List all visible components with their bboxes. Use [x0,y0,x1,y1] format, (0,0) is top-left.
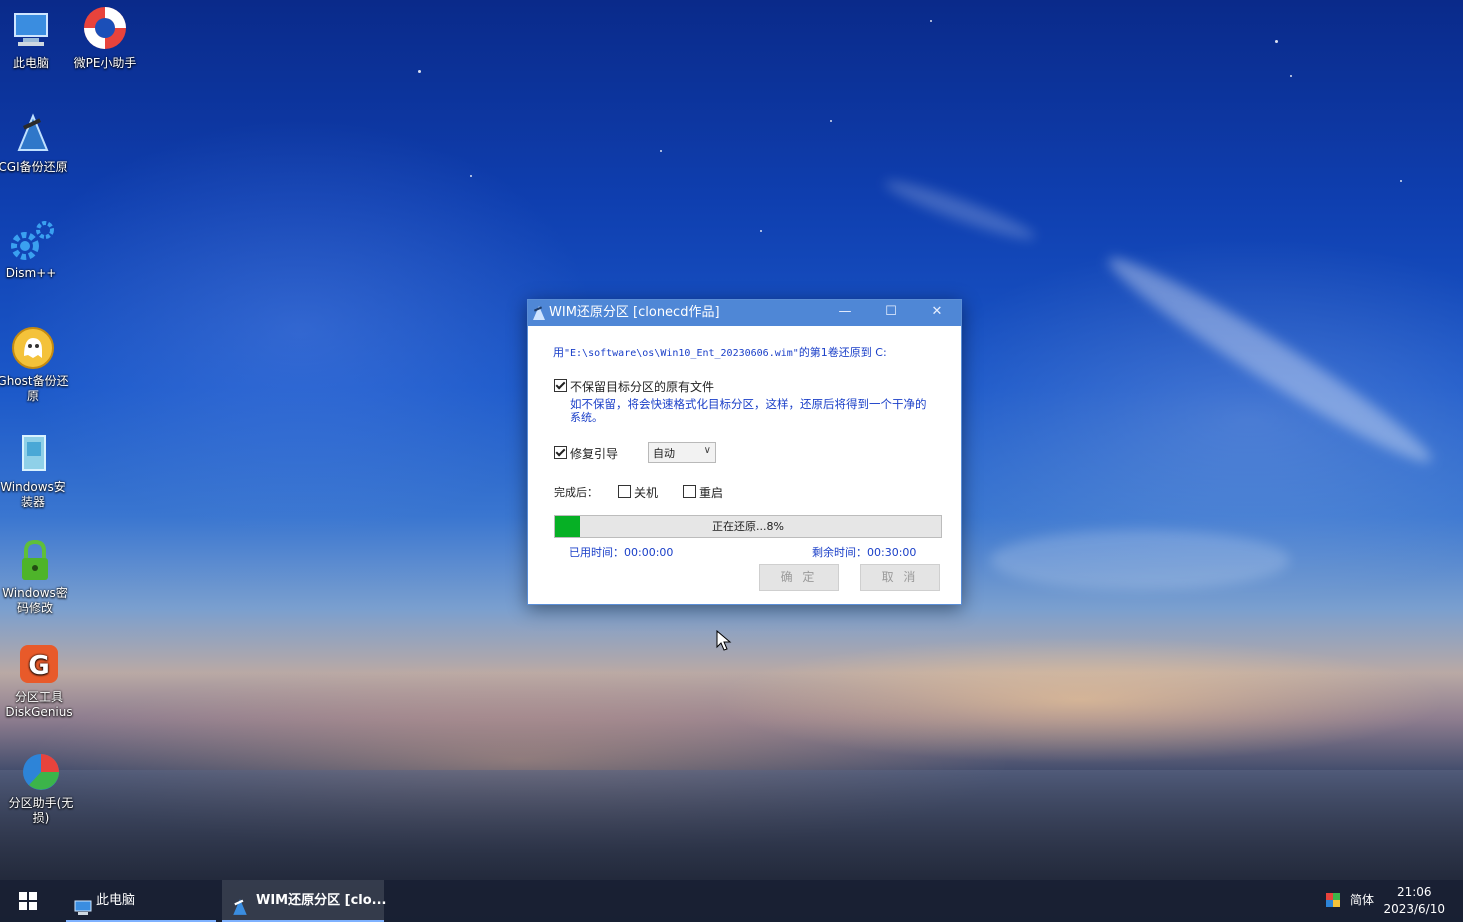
taskbar-item-label: WIM还原分区 [clo... [256,893,387,908]
taskbar-item-this-pc[interactable]: 此电脑 [66,880,216,922]
taskbar: 此电脑 WIM还原分区 [clo... 简体 21:06 2023/6/10 [0,880,1463,922]
star [760,230,762,232]
desktop-icon-label: 分区工具DiskGenius [5,690,73,719]
app-icon [532,305,546,321]
desktop-icon-windows-installer[interactable]: Windows安装器 [0,432,70,510]
desktop-icon-label: Ghost备份还原 [0,374,69,403]
desktop-icon-partition-assistant[interactable]: 分区助手(无损) [4,748,78,826]
star [660,150,662,152]
lock-icon [13,538,57,582]
dialog-title: WIM还原分区 [clonecd作品] [549,305,720,320]
desktop-icon-dism[interactable]: Dism++ [0,218,68,281]
no-keep-label[interactable]: 不保留目标分区的原有文件 [570,378,714,395]
lifebuoy-icon [81,4,129,52]
diskgenius-icon: G [17,642,61,686]
desktop-icon-ghost-backup[interactable]: Ghost备份还原 [0,326,70,404]
color-flag-icon [1326,892,1340,911]
cloud-streak [990,530,1290,590]
desktop-icon-windows-password[interactable]: Windows密码修改 [0,538,72,616]
boot-mode-value: 自动 [653,447,675,460]
computer-icon [9,8,53,52]
svg-text:G: G [28,651,49,681]
message-prefix: 用 [553,346,564,359]
repair-boot-checkbox[interactable] [554,446,567,459]
app-icon [232,892,248,922]
message-suffix: 的第1卷还原到 C: [798,346,887,359]
dialog-titlebar[interactable]: WIM还原分区 [clonecd作品] — ☐ ✕ [528,300,961,326]
star [1400,180,1402,182]
ghost-icon [11,326,55,370]
mouse-cursor-icon [716,629,732,656]
installer-icon [11,432,55,476]
elapsed-time: 已用时间：00:00:00 [569,546,674,559]
sea-horizon [0,770,1463,880]
minimize-button[interactable]: — [822,300,868,326]
star [930,20,932,22]
taskbar-item-label: 此电脑 [96,893,136,908]
desktop-icon-wepe-helper[interactable]: 微PE小助手 [68,4,142,71]
desktop-icon-label: CGI备份还原 [0,160,68,174]
ok-button[interactable]: 确 定 [759,564,839,591]
system-clock[interactable]: 21:06 2023/6/10 [1383,884,1445,918]
no-keep-hint-line1: 如不保留，将会快速格式化目标分区，这样，还原后将得到一个干净的 [570,397,927,411]
star [1290,75,1292,77]
chevron-down-icon: ∨ [703,445,711,456]
cloud-streak [881,173,1039,247]
restart-checkbox[interactable] [683,485,696,498]
restart-label[interactable]: 重启 [699,484,723,501]
start-button[interactable] [18,880,50,922]
boot-mode-select[interactable]: 自动 ∨ [648,442,716,463]
after-complete-label: 完成后： [554,486,598,499]
no-keep-hint-line2: 系统。 [570,411,603,424]
shutdown-label[interactable]: 关机 [634,484,658,501]
ime-indicator[interactable]: 简体 [1350,880,1374,920]
star [418,70,421,73]
cloud-streak [1098,242,1442,478]
desktop-icon-label: Dism++ [5,266,57,280]
star [470,175,472,177]
desktop-icon-label: 微PE小助手 [73,56,137,70]
remaining-time: 剩余时间：00:30:00 [812,546,917,559]
cgi-backup-icon [11,112,55,156]
wim-restore-dialog: WIM还原分区 [clonecd作品] — ☐ ✕ 用"E:\software\… [527,299,962,605]
taskbar-item-wim-restore[interactable]: WIM还原分区 [clo... [222,880,387,922]
clock-time: 21:06 [1396,885,1432,899]
no-keep-checkbox[interactable] [554,379,567,392]
desktop-icon-this-pc[interactable]: 此电脑 [0,8,68,71]
partition-assistant-icon [19,748,63,792]
shutdown-checkbox[interactable] [618,485,631,498]
wim-path: "E:\software\os\Win10_Ent_20230606.wim" [564,348,799,359]
windows-logo-icon [19,892,37,910]
cancel-button[interactable]: 取 消 [860,564,940,591]
desktop-icon-cgi-backup[interactable]: CGI备份还原 [0,112,70,175]
desktop-background: 此电脑 微PE小助手 CGI备份还原 Dism++ Ghost备份还原 Wind… [0,0,1463,922]
gear-icon [9,218,54,262]
restore-progress-bar: 正在还原...8% [554,515,942,538]
star [1275,40,1278,43]
close-button[interactable]: ✕ [914,300,960,326]
progress-text: 正在还原...8% [712,520,784,533]
desktop-icon-diskgenius[interactable]: G 分区工具DiskGenius [2,642,76,720]
repair-boot-label[interactable]: 修复引导 [570,445,618,462]
restore-message: 用"E:\software\os\Win10_Ent_20230606.wim"… [553,344,887,360]
desktop-icon-label: Windows安装器 [0,480,66,509]
desktop-icon-label: 分区助手(无损) [8,796,74,825]
desktop-icon-label: 此电脑 [12,56,49,70]
maximize-button[interactable]: ☐ [868,300,914,326]
clock-date: 2023/6/10 [1383,902,1445,916]
desktop-icon-label: Windows密码修改 [2,586,68,615]
computer-icon [74,892,92,922]
star [830,120,832,122]
